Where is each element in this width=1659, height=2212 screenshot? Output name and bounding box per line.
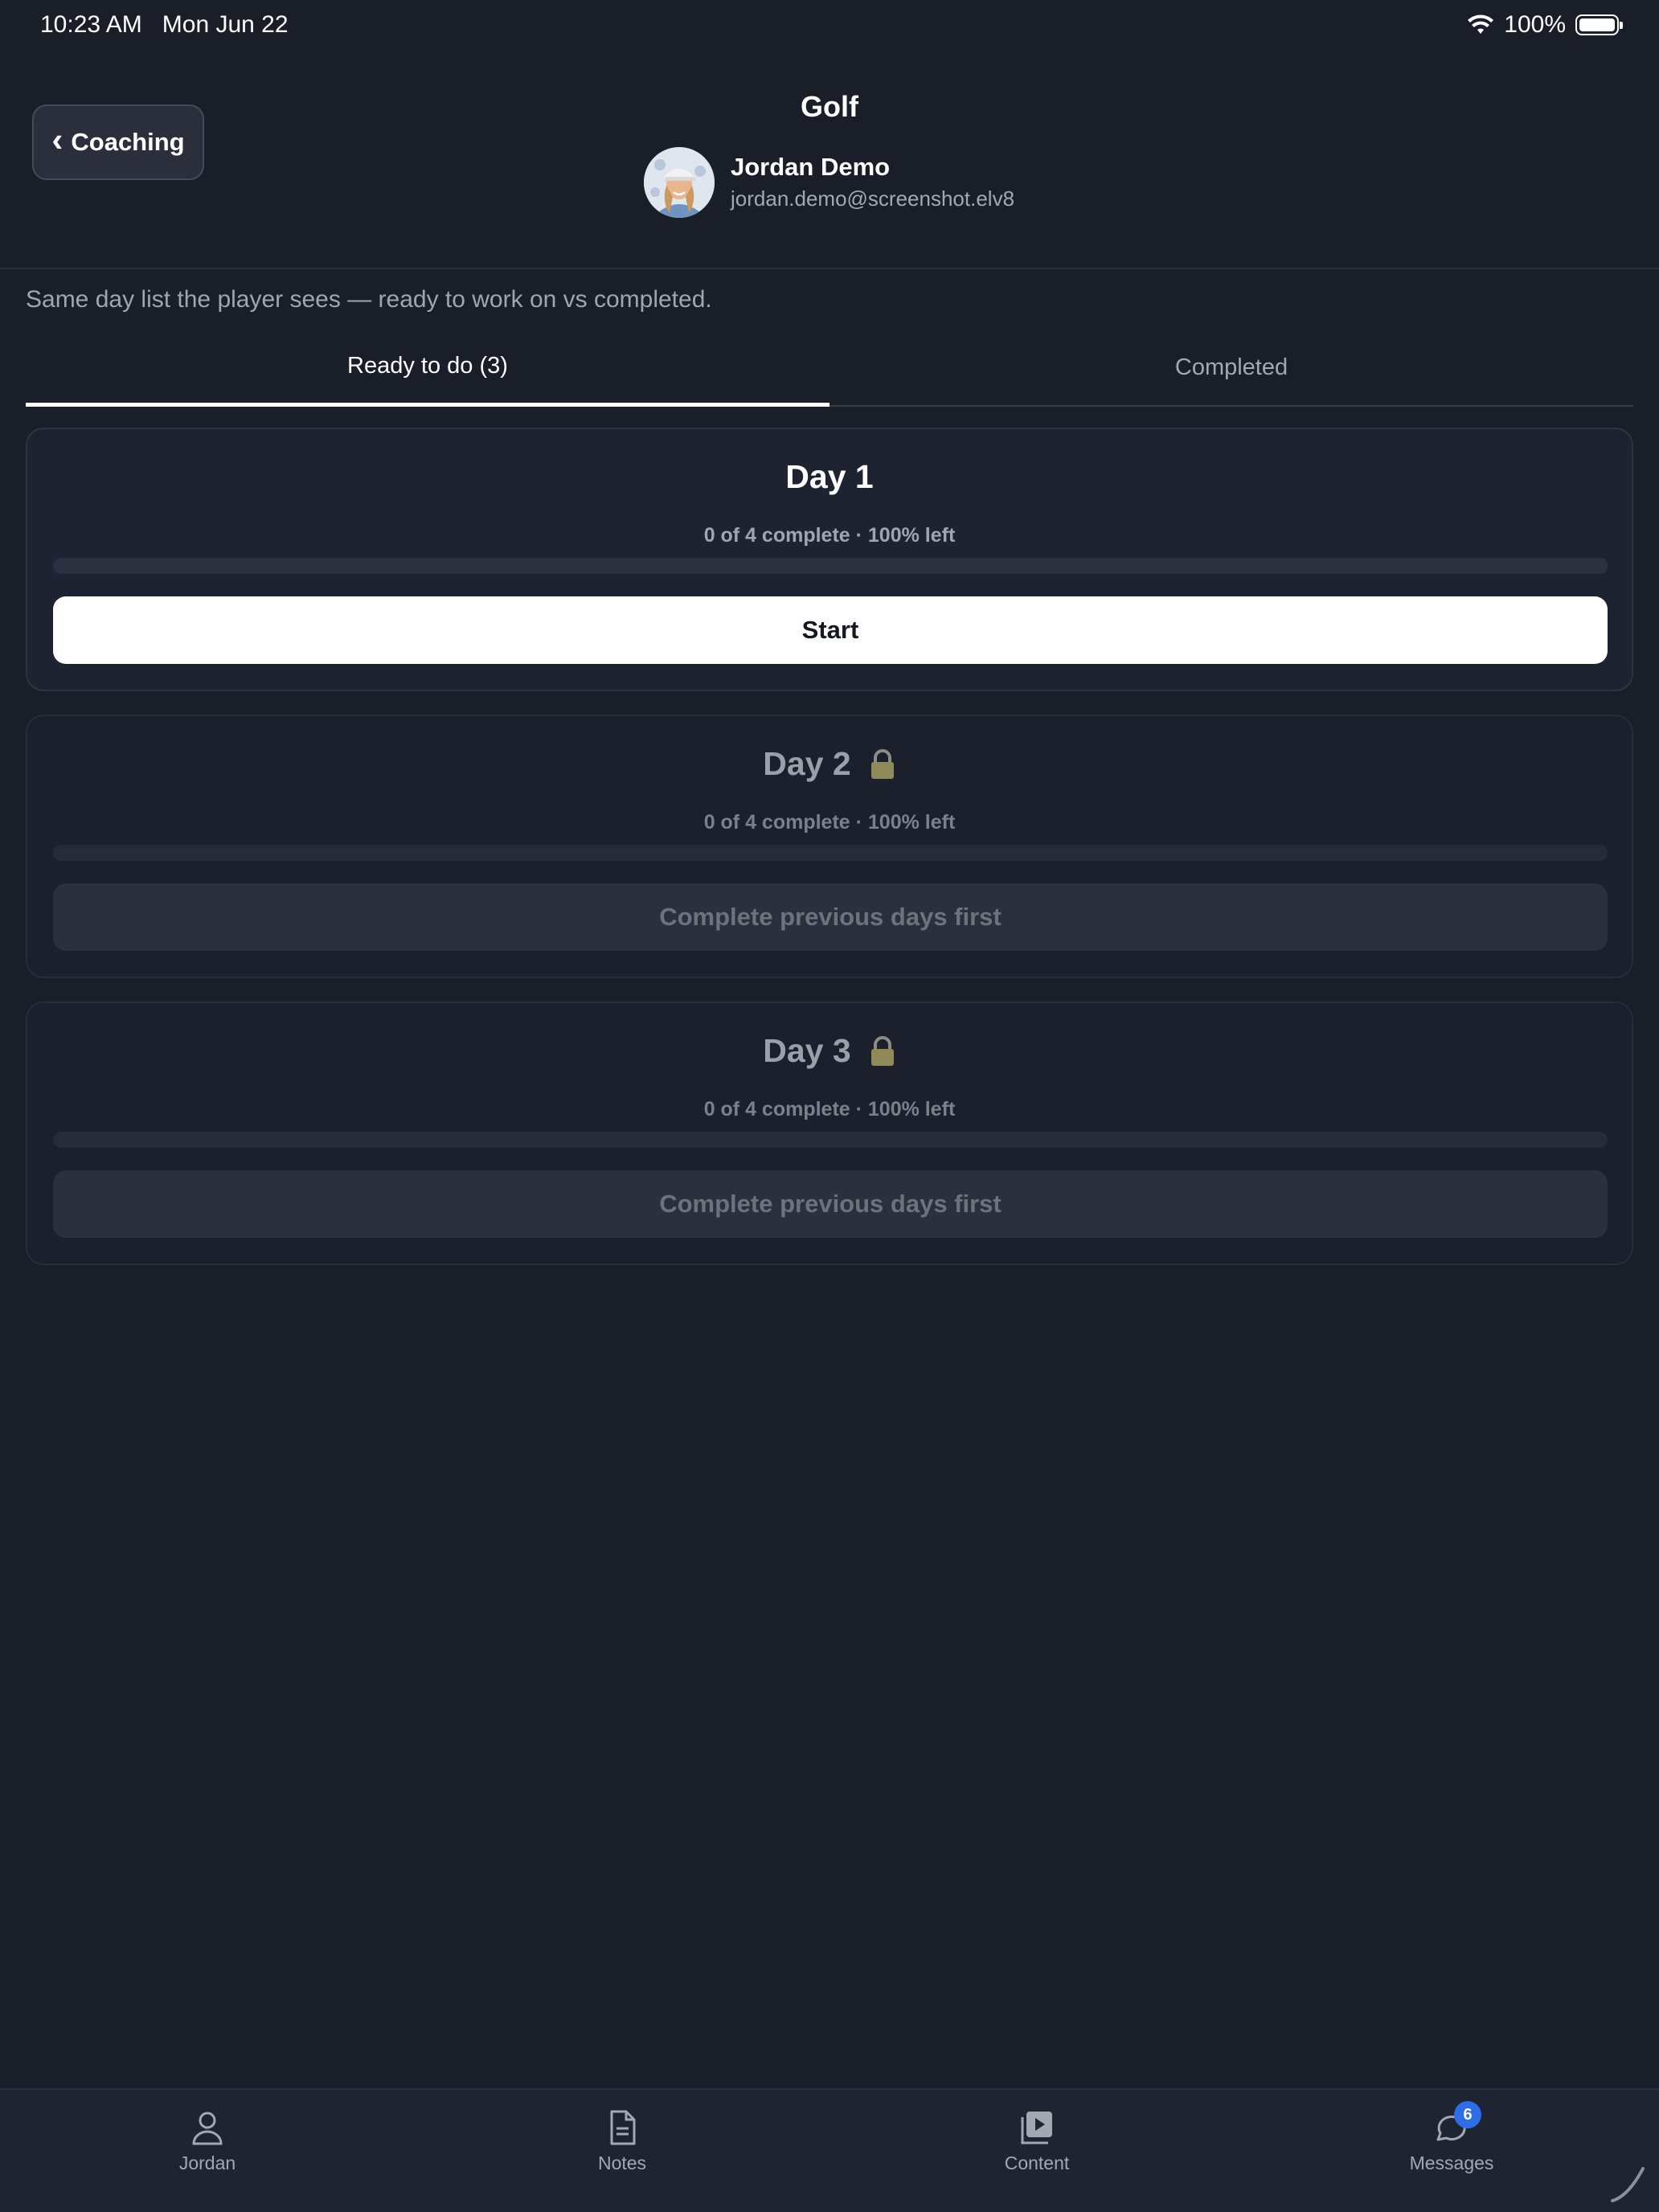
app-screen: 10:23 AM Mon Jun 22 100% ‹ Coaching Golf: [0, 0, 1659, 2212]
day-title: Day 2: [27, 745, 1632, 783]
pencil-hover-icon: [1611, 2167, 1645, 2202]
unread-badge: 6: [1454, 2101, 1481, 2128]
day-title: Day 3: [27, 1032, 1632, 1070]
lock-icon: [870, 748, 894, 779]
wifi-icon: [1468, 14, 1494, 34]
day-progress-bar: [53, 558, 1608, 574]
nav-item-label: Notes: [597, 2153, 647, 2173]
page-description: Same day list the player sees — ready to…: [26, 286, 712, 313]
locked-day-button: Complete previous days first: [53, 883, 1608, 951]
tab-completed[interactable]: Completed: [830, 338, 1633, 405]
day-card-1: Day 1 0 of 4 complete · 100% left Start: [26, 428, 1633, 691]
header-divider: [0, 268, 1659, 269]
day-title-label: Day 3: [763, 1032, 851, 1069]
nav-item-content[interactable]: Content: [830, 2090, 1244, 2212]
messages-icon-wrap: 6: [1433, 2101, 1481, 2146]
day-progress-bar: [53, 1132, 1608, 1148]
day-title: Day 1: [27, 458, 1632, 496]
day-progress-text: 0 of 4 complete · 100% left: [703, 524, 956, 547]
tab-bar: Ready to do (3) Completed: [26, 338, 1633, 407]
user-name: Jordan Demo: [731, 153, 891, 181]
day-progress-text: 0 of 4 complete · 100% left: [703, 1098, 956, 1120]
back-button-label: Coaching: [71, 128, 185, 156]
lock-icon: [870, 1035, 894, 1066]
avatar: [644, 147, 715, 218]
day-card-2: Day 2 0 of 4 complete · 100% left Comple…: [26, 715, 1633, 978]
avatar-image: [644, 147, 715, 218]
document-icon: [610, 2110, 636, 2145]
status-clock: 10:23 AM: [40, 11, 142, 38]
status-right: 100%: [1467, 11, 1623, 39]
start-button[interactable]: Start: [53, 596, 1608, 664]
person-icon: [192, 2112, 223, 2145]
page-title: Golf: [801, 90, 858, 123]
nav-item-jordan[interactable]: Jordan: [0, 2090, 415, 2212]
bottom-tab-bar: Jordan Notes Content 6 Messages: [0, 2088, 1659, 2212]
user-email: jordan.demo@screenshot.elv8: [731, 186, 1015, 211]
locked-day-button: Complete previous days first: [53, 1170, 1608, 1238]
day-title-label: Day 2: [763, 745, 851, 782]
battery-percent: 100%: [1504, 11, 1566, 38]
day-progress-bar: [53, 845, 1608, 861]
status-time: 10:23 AM Mon Jun 22: [40, 11, 289, 39]
day-title-label: Day 1: [785, 458, 874, 495]
video-library-icon: [1021, 2112, 1052, 2144]
battery-icon: [1575, 14, 1623, 35]
nav-item-label: Content: [1004, 2153, 1070, 2173]
day-progress-text: 0 of 4 complete · 100% left: [703, 811, 956, 834]
status-date: Mon Jun 22: [162, 11, 289, 38]
tab-ready-to-do[interactable]: Ready to do (3): [26, 338, 830, 407]
nav-item-notes[interactable]: Notes: [415, 2090, 830, 2212]
nav-item-label: Messages: [1409, 2153, 1494, 2173]
status-bar: 10:23 AM Mon Jun 22 100%: [0, 0, 1659, 53]
chevron-left-icon: ‹: [51, 121, 63, 158]
nav-item-label: Jordan: [178, 2153, 236, 2173]
nav-item-messages[interactable]: 6 Messages: [1244, 2090, 1659, 2212]
day-card-3: Day 3 0 of 4 complete · 100% left Comple…: [26, 1002, 1633, 1265]
